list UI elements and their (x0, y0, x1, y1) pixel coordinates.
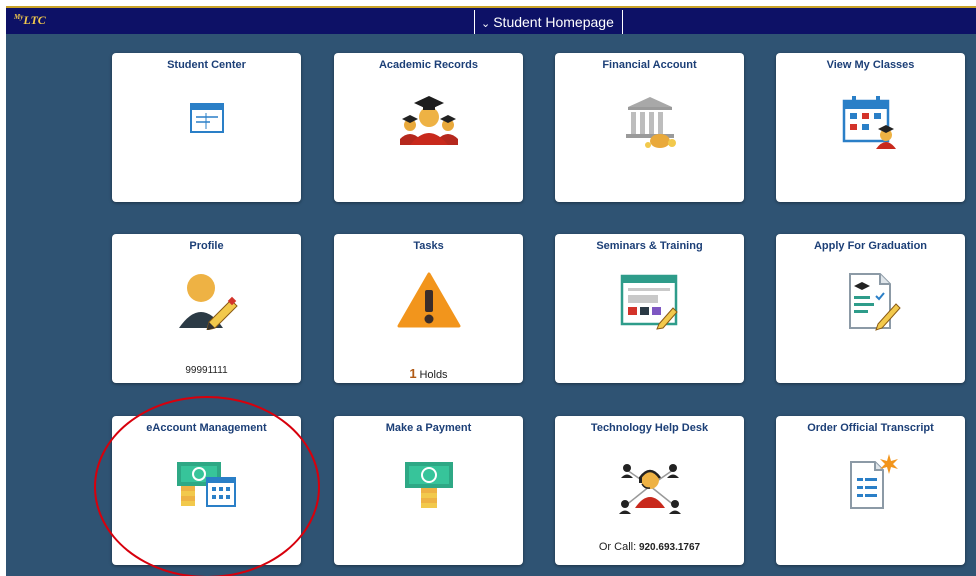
tile-make-a-payment[interactable]: Make a Payment (334, 416, 523, 565)
holds-count: 1 (409, 366, 417, 381)
phone-number[interactable]: 920.693.1767 (639, 542, 700, 553)
training-screen-icon (620, 274, 678, 330)
money-icon (404, 462, 453, 508)
window-icon (189, 103, 224, 133)
user-edit-icon (178, 274, 238, 330)
tile-seminars-training[interactable]: Seminars & Training (555, 234, 744, 383)
graduation-form-icon (848, 273, 901, 331)
phone-prefix: Or Call: (598, 541, 637, 553)
money-calendar-icon (176, 462, 236, 507)
tile-eaccount-management[interactable]: eAccount Management (112, 416, 301, 565)
tile-student-center[interactable]: Student Center (112, 53, 301, 202)
tile-view-my-classes[interactable]: View My Classes (776, 53, 965, 202)
help-desk-icon (618, 464, 681, 514)
holds-label: Holds (419, 369, 448, 381)
tile-order-official-transcript[interactable]: Order Official Transcript (776, 416, 965, 565)
tile-title: Profile (189, 240, 224, 252)
homepage-selector-button[interactable]: ⌄ Student Homepage (474, 10, 623, 34)
tile-title: Apply For Graduation (813, 240, 928, 252)
chevron-down-icon: ⌄ (481, 18, 491, 30)
tile-title: Tasks (413, 240, 444, 252)
graduates-icon (399, 96, 458, 145)
tile-title: Make a Payment (385, 422, 472, 434)
header-bar: MyLTC ⌄ Student Homepage (6, 6, 976, 34)
logo-superscript: My (14, 13, 24, 21)
page-title: Student Homepage (493, 14, 614, 30)
profile-id: 99991111 (185, 365, 228, 376)
tile-title: Academic Records (378, 59, 479, 71)
tile-title: Seminars & Training (596, 240, 703, 252)
tile-academic-records[interactable]: Academic Records (334, 53, 523, 202)
logo-text: LTC (23, 13, 46, 27)
tile-apply-for-graduation[interactable]: Apply For Graduation (776, 234, 965, 383)
tile-tasks[interactable]: Tasks 1 Holds (334, 234, 523, 383)
holds-footer[interactable]: 1 Holds (334, 366, 523, 381)
tile-title: Order Official Transcript (807, 422, 934, 434)
class-calendar-icon (842, 96, 896, 149)
warning-icon (397, 272, 460, 328)
tile-profile[interactable]: Profile 99991111 (112, 234, 301, 383)
tile-technology-help-desk[interactable]: Technology Help Desk Or Call: 920.693.17… (555, 416, 744, 565)
tile-financial-account[interactable]: Financial Account (555, 53, 744, 202)
transcript-icon (849, 454, 898, 509)
help-desk-phone: Or Call: 920.693.1767 (555, 541, 744, 553)
bank-icon (625, 97, 676, 148)
tile-title: Technology Help Desk (590, 422, 709, 434)
tile-title: Student Center (167, 59, 246, 71)
ltc-logo[interactable]: MyLTC (14, 13, 46, 28)
tile-title: eAccount Management (146, 422, 267, 434)
tile-title: View My Classes (826, 59, 915, 71)
tile-title: Financial Account (602, 59, 697, 71)
